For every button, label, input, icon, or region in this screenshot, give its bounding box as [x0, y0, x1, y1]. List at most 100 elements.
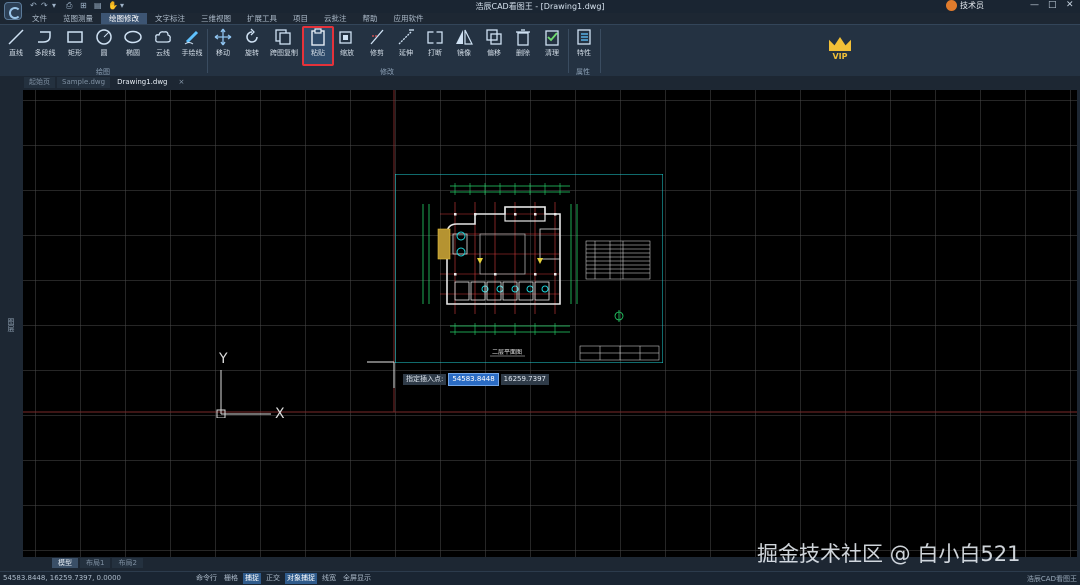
insert-point-prompt: 指定插入点: 54583.8448 16259.7397	[403, 373, 549, 386]
window-title: 浩辰CAD看图王 - [Drawing1.dwg]	[475, 2, 605, 11]
status-snap[interactable]: 捕捉	[243, 573, 261, 584]
tab-project[interactable]: 项目	[285, 13, 316, 24]
status-grid[interactable]: 栅格	[222, 573, 240, 584]
prompt-label: 指定插入点:	[403, 374, 447, 385]
menu-bar: 文件 览图测量 绘图修改 文字标注 三维视图 扩展工具 项目 云批注 帮助 应用…	[24, 13, 432, 24]
group-draw-label: 绘图	[96, 68, 110, 76]
ucs-y-label: Y	[218, 351, 228, 367]
status-lineweight[interactable]: 线宽	[320, 573, 338, 584]
ellipse-icon	[124, 30, 142, 44]
offset-icon	[486, 29, 502, 45]
ellipse-tool-button[interactable]: 椭圆	[120, 28, 146, 58]
minimize-button[interactable]: —	[1030, 0, 1039, 10]
delete-tool-button[interactable]: 删除	[510, 28, 536, 58]
tab-file[interactable]: 文件	[24, 13, 55, 24]
freehand-tool-label: 手绘线	[181, 49, 203, 57]
drawing-canvas[interactable]: 二层平面图 指定插入点: 54583.8448 16259.7397 Y X	[23, 90, 1077, 557]
tab-3d-view[interactable]: 三维视图	[193, 13, 239, 24]
scale-tool-button[interactable]: 缩放	[334, 28, 360, 58]
vip-label: VIP	[832, 52, 848, 61]
extend-tool-button[interactable]: 延伸	[393, 28, 419, 58]
x-coordinate-input[interactable]: 54583.8448	[448, 373, 499, 386]
scale-tool-label: 缩放	[340, 49, 354, 57]
rotate-icon	[246, 28, 258, 43]
mirror-tool-button[interactable]: 镜像	[451, 28, 477, 58]
close-button[interactable]: ✕	[1066, 0, 1074, 10]
status-bar: 54583.8448, 16259.7397, 0.0000 命令行 栅格 捕捉…	[0, 571, 1080, 585]
purge-tool-label: 清理	[545, 49, 559, 57]
y-coordinate-input[interactable]: 16259.7397	[500, 374, 549, 385]
clipboard-icon	[311, 28, 325, 46]
layout-tabs: 模型 布局1 布局2	[52, 558, 143, 568]
user-name: 技术员	[960, 1, 984, 10]
move-arrows-icon	[214, 28, 232, 46]
status-toggles: 命令行 栅格 捕捉 正交 对象捕捉 线宽 全屏显示	[194, 573, 373, 584]
line-icon	[8, 29, 24, 45]
tab-help[interactable]: 帮助	[355, 13, 386, 24]
drawing-title: 二层平面图	[492, 349, 522, 356]
rectangle-tool-button[interactable]: 矩形	[62, 28, 88, 58]
cursor-coordinates: 54583.8448, 16259.7397, 0.0000	[3, 574, 122, 582]
line-tool-button[interactable]: 直线	[3, 28, 29, 58]
properties-tool-button[interactable]: 特性	[571, 28, 597, 58]
cross-copy-tool-label: 跨图复制	[270, 49, 298, 57]
tab-text-dimension[interactable]: 文字标注	[147, 13, 193, 24]
trash-icon	[516, 29, 530, 46]
layout-tab-layout1[interactable]: 布局1	[80, 558, 111, 568]
circle-tool-button[interactable]: 圆	[91, 28, 117, 58]
floor-plan-drawing[interactable]: 二层平面图	[395, 174, 663, 363]
rectangle-icon	[67, 31, 83, 43]
break-tool-label: 打断	[428, 49, 442, 57]
user-account[interactable]: 技术员	[946, 0, 984, 11]
properties-icon	[577, 29, 591, 45]
tab-cloud-markup[interactable]: 云批注	[316, 13, 355, 24]
rectangle-tool-label: 矩形	[68, 49, 82, 57]
extend-icon	[398, 29, 414, 45]
doc-tab-sample[interactable]: Sample.dwg	[57, 77, 111, 88]
status-object-snap[interactable]: 对象捕捉	[285, 573, 317, 584]
group-properties-label: 属性	[576, 68, 590, 76]
move-tool-button[interactable]: 移动	[210, 28, 236, 58]
scale-icon	[339, 31, 352, 44]
doc-tab-close-icon[interactable]: ×	[179, 77, 185, 88]
trim-tool-button[interactable]: 修剪	[364, 28, 390, 58]
paste-tool-button[interactable]: 粘贴	[305, 28, 331, 58]
break-tool-button[interactable]: 打断	[422, 28, 448, 58]
left-panel-strip: 图层	[0, 88, 21, 558]
polyline-icon	[38, 31, 51, 43]
rotate-tool-button[interactable]: 旋转	[239, 28, 265, 58]
ucs-x-label: X	[275, 406, 285, 418]
maximize-button[interactable]: □	[1048, 0, 1057, 10]
cross-copy-tool-button[interactable]: 跨图复制	[270, 28, 298, 58]
ellipse-tool-label: 椭圆	[126, 49, 140, 57]
offset-tool-button[interactable]: 偏移	[481, 28, 507, 58]
vip-button[interactable]: VIP	[822, 37, 858, 61]
freehand-tool-button[interactable]: 手绘线	[179, 28, 205, 58]
polyline-tool-label: 多段线	[34, 49, 56, 57]
polyline-tool-button[interactable]: 多段线	[32, 28, 58, 58]
trim-icon	[370, 29, 384, 45]
layer-panel-toggle[interactable]: 图层	[6, 318, 16, 332]
title-bar: ↶ ↷ ▾ ⎙ ⊞ ▤ ✋ ▾ 浩辰CAD看图王 - [Drawing1.dwg…	[0, 0, 1080, 20]
tab-view-measure[interactable]: 览图测量	[55, 13, 101, 24]
tab-draw-modify[interactable]: 绘图修改	[101, 13, 147, 24]
tab-apps[interactable]: 应用软件	[386, 13, 432, 24]
layout-tab-model[interactable]: 模型	[52, 558, 78, 568]
revcloud-tool-button[interactable]: 云线	[150, 28, 176, 58]
status-ortho[interactable]: 正交	[264, 573, 282, 584]
break-icon	[427, 30, 443, 45]
purge-tool-button[interactable]: 清理	[539, 28, 565, 58]
status-fullscreen[interactable]: 全屏显示	[341, 573, 373, 584]
status-command-line[interactable]: 命令行	[194, 573, 219, 584]
layout-tab-layout2[interactable]: 布局2	[112, 558, 143, 568]
revcloud-tool-label: 云线	[156, 49, 170, 57]
group-modify-label: 修改	[380, 68, 394, 76]
pen-icon	[184, 30, 199, 45]
tab-extend-tools[interactable]: 扩展工具	[239, 13, 285, 24]
ribbon: 直线 多段线 矩形 圆 椭圆 云线 手绘线 绘图 移动 旋转 跨图复制 粘贴 缩…	[0, 24, 1080, 76]
cloud-icon	[155, 31, 171, 43]
doc-tab-drawing1[interactable]: Drawing1.dwg	[112, 77, 173, 88]
doc-tab-start[interactable]: 起始页	[24, 77, 55, 88]
circle-icon	[96, 29, 112, 45]
user-avatar-icon	[946, 0, 957, 11]
